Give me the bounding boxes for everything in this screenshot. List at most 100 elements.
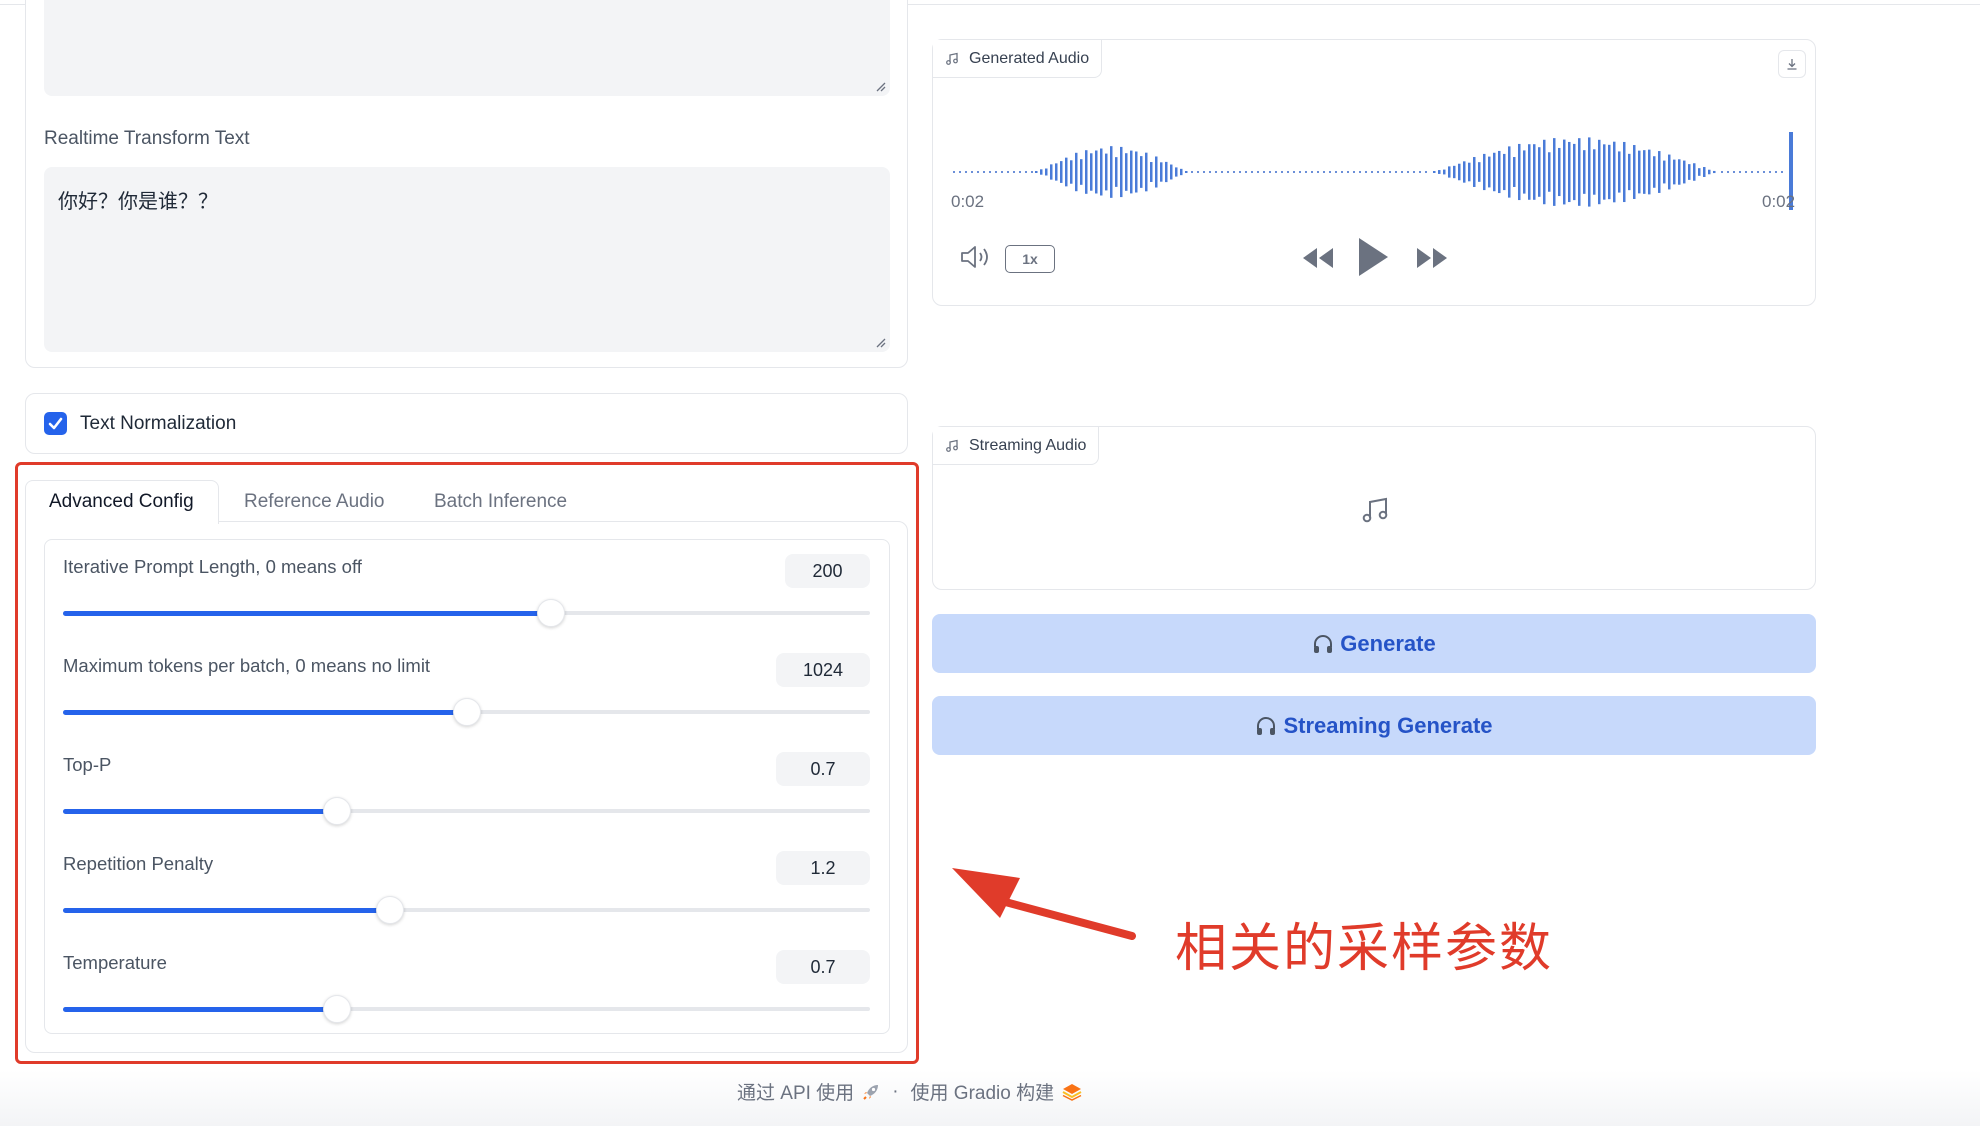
waveform-bar (1473, 157, 1476, 187)
checkmark-icon (48, 417, 63, 430)
waveform-dot (1347, 171, 1349, 173)
waveform-dot (1233, 171, 1235, 173)
annotation-arrow-icon (952, 868, 1136, 940)
waveform-bar (1558, 147, 1561, 197)
waveform-dot (1001, 171, 1003, 173)
waveform-bar (1703, 167, 1706, 177)
waveform-bar (1468, 162, 1471, 182)
waveform-bar (1150, 162, 1153, 182)
waveform-dot (1025, 171, 1027, 173)
waveform-bar (1090, 153, 1093, 191)
time-current: 0:02 (951, 192, 985, 211)
streaming-audio-tag: Streaming Audio (933, 427, 1100, 465)
waveform-dot (989, 171, 991, 173)
waveform-dot (1395, 171, 1397, 173)
waveform-bar (1130, 150, 1133, 194)
play-button[interactable] (1356, 236, 1390, 283)
waveform-bar (1085, 150, 1088, 194)
waveform-dot (1281, 171, 1283, 173)
waveform-dot (1227, 171, 1229, 173)
use-via-api-link[interactable]: 通过 API 使用 (737, 1078, 854, 1105)
waveform-dot (1305, 171, 1307, 173)
volume-icon (961, 246, 988, 268)
waveform-dot (1317, 171, 1319, 173)
waveform-dot (1293, 171, 1295, 173)
waveform-dot (1275, 171, 1277, 173)
waveform-bar (1608, 144, 1611, 200)
waveform-bar (1463, 161, 1466, 183)
waveform-bar (1588, 137, 1591, 207)
music-note-icon (1362, 497, 1388, 523)
rewind-icon (1303, 248, 1333, 268)
text-normalization-checkbox[interactable] (44, 412, 67, 435)
waveform-dot (1413, 171, 1415, 173)
waveform-bar (1443, 169, 1446, 175)
waveform-bar (1120, 146, 1123, 198)
rewind-button[interactable] (1300, 245, 1336, 276)
music-note-icon (945, 52, 959, 66)
realtime-transform-textarea[interactable]: 你好？你是谁？？ (44, 167, 890, 352)
waveform-bar (1518, 143, 1521, 201)
waveform-bar (1668, 154, 1671, 190)
waveform-dot (1269, 171, 1271, 173)
waveform-bar (1180, 168, 1183, 176)
waveform-bar (1533, 144, 1536, 200)
waveform-bar (1075, 152, 1078, 192)
waveform-dot (1013, 171, 1015, 173)
waveform-bar (1060, 161, 1063, 183)
resize-handle-icon[interactable] (875, 337, 886, 348)
generate-button[interactable]: Generate (932, 614, 1816, 673)
waveform-bar (1633, 145, 1636, 199)
download-button[interactable] (1778, 50, 1806, 78)
waveform-bar (1045, 168, 1048, 176)
waveform-bar (1035, 171, 1038, 173)
waveform-bar (1693, 163, 1696, 181)
waveform-bar (1160, 162, 1163, 182)
generated-audio-panel: Generated Audio 0:02 0:02 1x (932, 39, 1816, 306)
waveform-bar (1080, 159, 1083, 185)
playback-speed-button[interactable]: 1x (1005, 245, 1055, 273)
built-with-gradio-link[interactable]: 使用 Gradio 构建 (911, 1078, 1055, 1105)
download-icon (1787, 59, 1797, 70)
waveform-dot (1299, 171, 1301, 173)
resize-handle-icon[interactable] (875, 81, 886, 92)
empty-audio-placeholder (1361, 497, 1389, 530)
waveform-bar (1658, 151, 1661, 193)
time-total: 0:02 (1762, 192, 1796, 211)
waveform-dot (953, 171, 955, 173)
waveform-bar (1175, 167, 1178, 177)
waveform-bar (1110, 146, 1113, 198)
waveform-bar (1643, 150, 1646, 194)
headphones-icon (1255, 715, 1277, 737)
waveform-bar (1593, 149, 1596, 195)
waveform-bar (1708, 169, 1711, 175)
waveform-bar (1653, 156, 1656, 188)
streaming-generate-button[interactable]: Streaming Generate (932, 696, 1816, 755)
waveform-dot (1745, 171, 1747, 173)
waveform[interactable] (951, 90, 1801, 210)
waveform-dot (1221, 171, 1223, 173)
waveform-bar (1125, 153, 1128, 191)
waveform-dot (995, 171, 997, 173)
annotation-highlight-box (15, 462, 919, 1064)
waveform-bar (1105, 153, 1108, 191)
waveform-bar (1623, 141, 1626, 203)
waveform-bar (1145, 152, 1148, 192)
waveform-dot (959, 171, 961, 173)
waveform-dot (1329, 171, 1331, 173)
waveform-bar (1115, 157, 1118, 187)
waveform-bar (1185, 171, 1188, 173)
waveform-dot (1721, 171, 1723, 173)
previous-textarea[interactable] (44, 0, 890, 96)
waveform-bar (1603, 144, 1606, 200)
volume-button[interactable] (959, 244, 993, 275)
waveform-bar (1100, 148, 1103, 196)
waveform-bar (1553, 138, 1556, 206)
waveform-dot (977, 171, 979, 173)
waveform-bar (1683, 160, 1686, 184)
streaming-audio-label: Streaming Audio (969, 436, 1087, 454)
waveform-dot (1191, 171, 1193, 173)
waveform-bar (1578, 138, 1581, 206)
fast-forward-button[interactable] (1414, 245, 1450, 276)
waveform-dot (1359, 171, 1361, 173)
